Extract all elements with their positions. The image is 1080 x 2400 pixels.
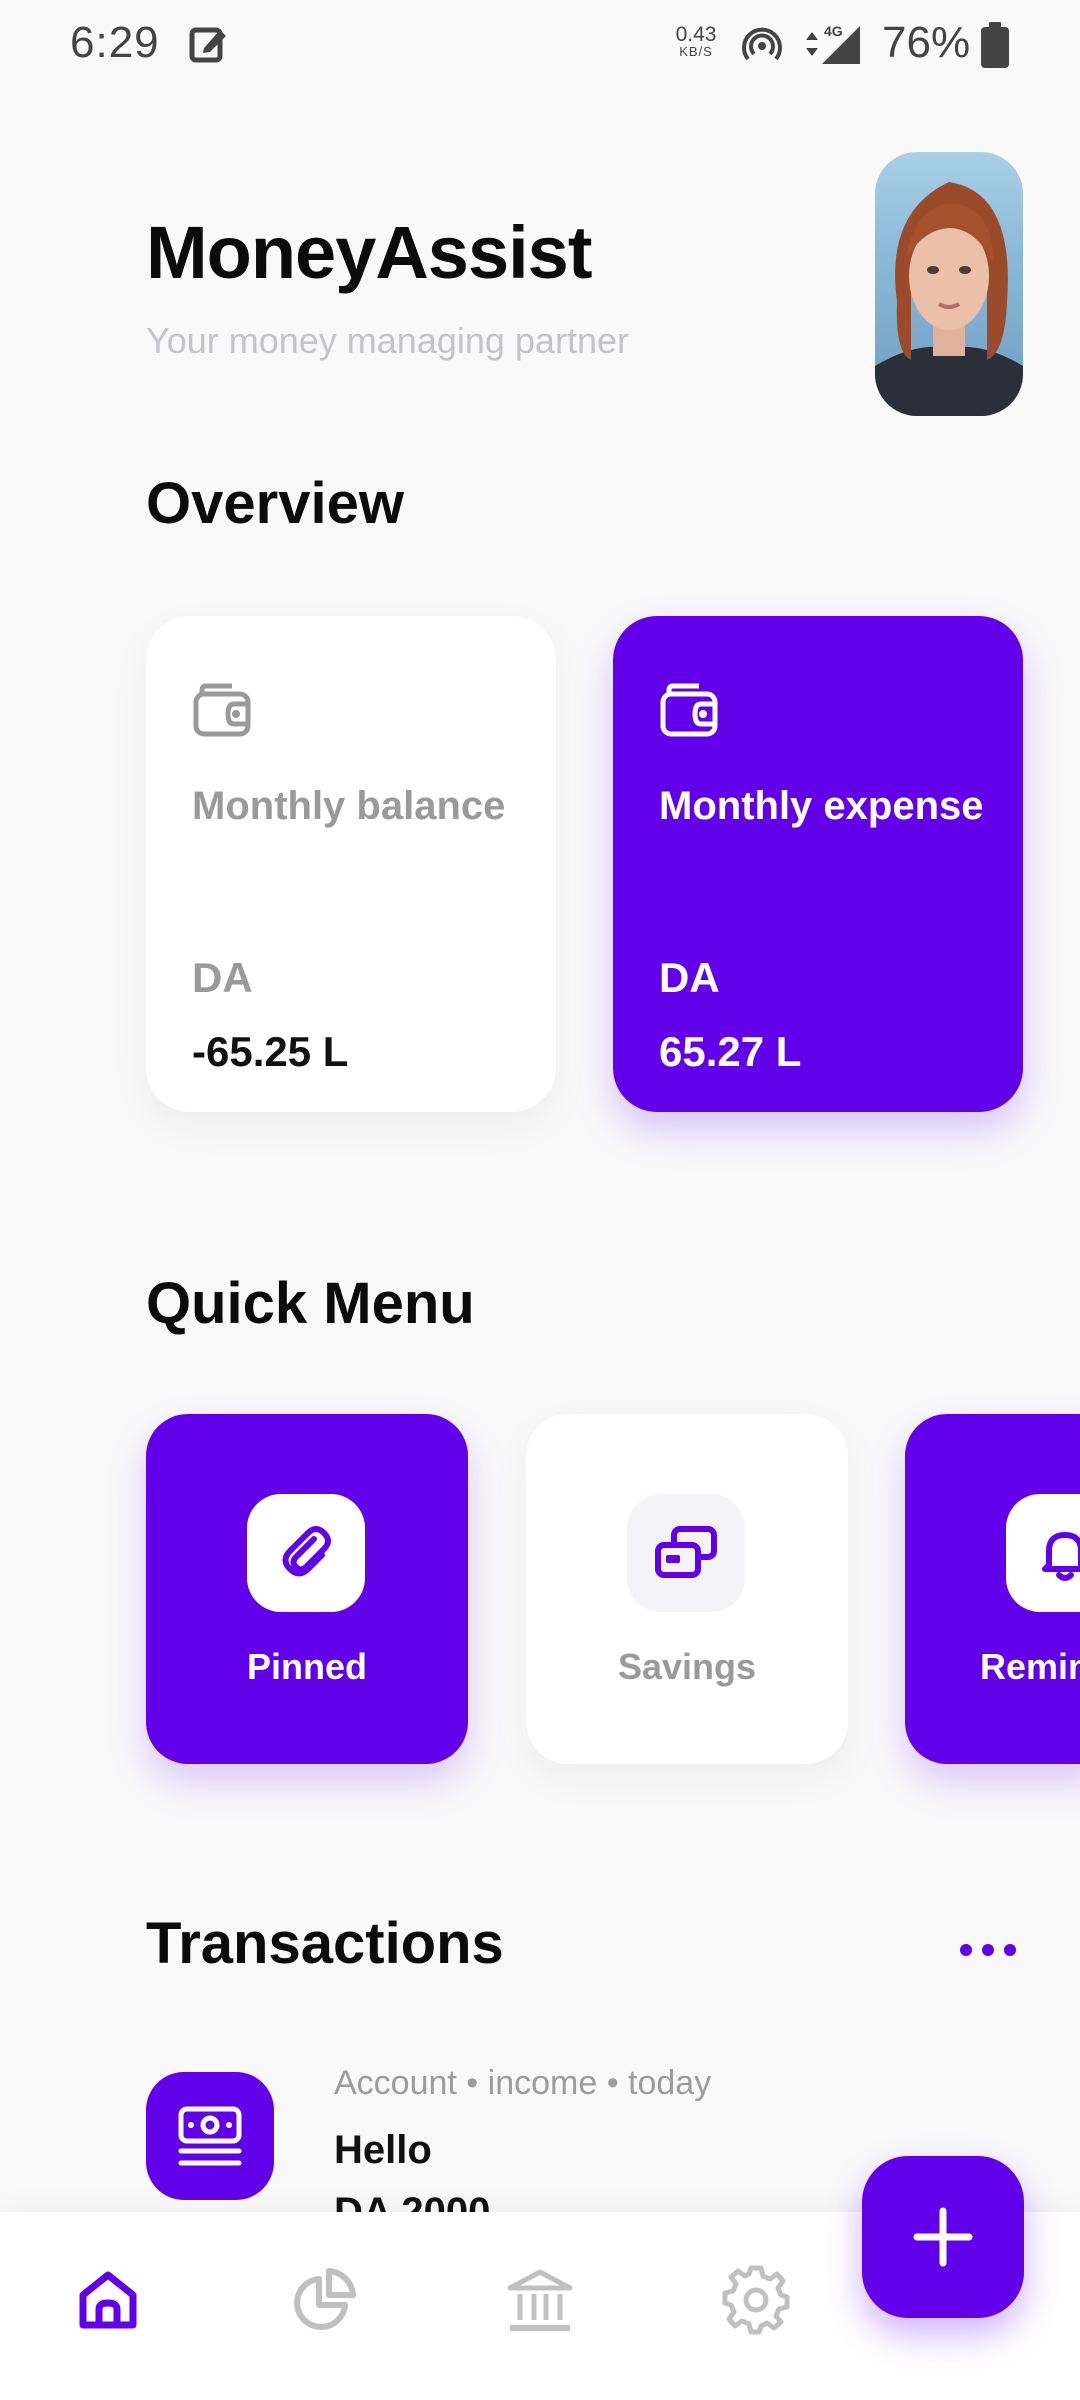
card-label: Monthly expense <box>659 784 984 828</box>
add-transaction-button[interactable] <box>862 2156 1024 2318</box>
card-amount: -65.25 L <box>192 1028 349 1075</box>
status-bar: 6:29 0.43 KB/S 4G 76% <box>0 0 1080 90</box>
quick-menu-pinned[interactable]: Pinned <box>146 1414 468 1764</box>
quick-menu-label: Savings <box>617 1646 757 1687</box>
overview-title: Overview <box>146 471 404 536</box>
status-time: 6:29 <box>70 18 160 67</box>
edit-note-icon <box>189 27 226 63</box>
quick-menu-label: Remin <box>980 1646 1080 1687</box>
transaction-title[interactable]: Hello <box>334 2128 432 2173</box>
card-amount: 65.27 L <box>659 1028 802 1075</box>
quick-menu-title: Quick Menu <box>146 1271 475 1336</box>
monthly-balance-card[interactable]: Monthly balance DA -65.25 L <box>146 616 556 1112</box>
nav-accounts[interactable] <box>500 2260 580 2340</box>
home-icon <box>79 2271 137 2329</box>
reminders-icon-box <box>1006 1494 1080 1612</box>
quick-menu-label: Pinned <box>246 1646 367 1687</box>
bank-icon <box>507 2269 573 2331</box>
quick-menu-reminders[interactable]: Remin <box>905 1414 1080 1764</box>
network-speed: 0.43 KB/S <box>666 24 726 58</box>
app-subtitle: Your money managing partner <box>146 320 629 361</box>
plus-icon <box>913 2207 973 2267</box>
network-speed-unit: KB/S <box>679 44 713 59</box>
cash-icon <box>178 2106 242 2166</box>
transaction-icon-box <box>146 2072 274 2200</box>
card-label: Monthly balance <box>192 784 506 828</box>
savings-icon <box>655 1526 717 1578</box>
savings-icon-box <box>627 1494 745 1612</box>
app-title: MoneyAssist <box>146 211 592 294</box>
bell-icon <box>1042 1532 1080 1581</box>
quick-menu-savings[interactable]: Savings <box>526 1414 848 1764</box>
battery-icon <box>981 22 1009 68</box>
card-currency: DA <box>659 954 720 1001</box>
hotspot-icon <box>742 27 782 61</box>
transactions-title: Transactions <box>146 1911 504 1976</box>
more-options-icon[interactable] <box>956 1932 1020 1968</box>
paperclip-icon <box>282 1526 331 1577</box>
monthly-expense-card[interactable]: Monthly expense DA 65.27 L <box>613 616 1023 1112</box>
card-currency: DA <box>192 954 253 1001</box>
avatar-portrait <box>875 182 1023 416</box>
nav-statistics[interactable] <box>284 2260 364 2340</box>
nav-home[interactable] <box>68 2260 148 2340</box>
nav-settings[interactable] <box>716 2260 796 2340</box>
network-speed-value: 0.43 <box>675 23 717 46</box>
wallet-icon <box>660 683 718 737</box>
pinned-icon-box <box>247 1494 365 1612</box>
transaction-meta: Account • income • today <box>334 2064 712 2102</box>
battery-percent: 76% <box>882 18 971 67</box>
settings-icon <box>722 2265 790 2335</box>
signal-icon: 4G <box>806 23 860 64</box>
wallet-icon <box>193 683 251 737</box>
pie-chart-icon <box>294 2268 356 2330</box>
profile-avatar[interactable] <box>875 152 1023 416</box>
network-type-label: 4G <box>824 23 843 39</box>
